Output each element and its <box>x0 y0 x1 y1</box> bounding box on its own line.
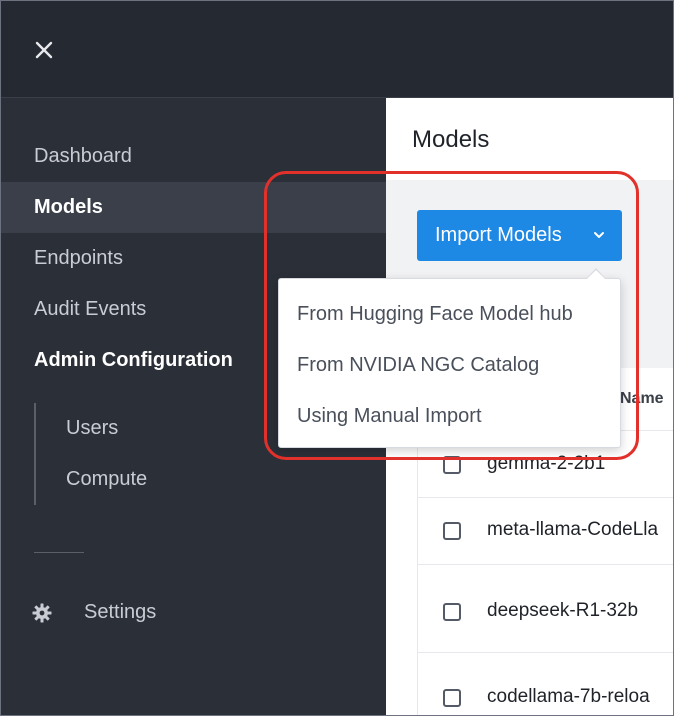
sidebar-section-label: Admin Configuration <box>34 349 233 371</box>
sidebar-item-label: Models <box>34 196 103 218</box>
sidebar-item-settings[interactable]: Settings <box>0 587 386 638</box>
menu-item-hugging-face[interactable]: From Hugging Face Model hub <box>279 289 620 340</box>
sidebar-item-label: Audit Events <box>34 298 147 320</box>
row-checkbox[interactable] <box>443 456 461 474</box>
sidebar-divider <box>34 552 84 553</box>
row-checkbox[interactable] <box>443 603 461 621</box>
close-button[interactable] <box>30 36 58 64</box>
import-models-menu: From Hugging Face Model hub From NVIDIA … <box>278 278 621 448</box>
row-checkbox[interactable] <box>443 522 461 540</box>
menu-item-nvidia-ngc[interactable]: From NVIDIA NGC Catalog <box>279 340 620 391</box>
top-bar <box>0 0 674 98</box>
menu-item-label: From NVIDIA NGC Catalog <box>297 354 540 376</box>
import-models-button[interactable]: Import Models <box>417 210 622 261</box>
model-name[interactable]: deepseek-R1-32b <box>487 600 638 622</box>
column-header-name[interactable]: Name <box>620 390 664 408</box>
row-checkbox[interactable] <box>443 689 461 707</box>
chevron-down-icon <box>594 232 604 238</box>
menu-item-label: Using Manual Import <box>297 405 482 427</box>
sidebar-item-label: Endpoints <box>34 247 123 269</box>
table-row[interactable]: meta-llama-CodeLla <box>418 498 674 565</box>
model-name[interactable]: codellama-7b-reloa <box>487 686 650 708</box>
sidebar-item-models[interactable]: Models <box>0 182 386 233</box>
menu-item-label: From Hugging Face Model hub <box>297 303 573 325</box>
table-row[interactable]: codellama-7b-reloa <box>418 653 674 716</box>
sidebar-item-dashboard[interactable]: Dashboard <box>0 131 386 182</box>
dropdown-caret-fill <box>587 270 605 279</box>
import-models-label: Import Models <box>435 224 562 246</box>
sidebar-item-label: Users <box>66 417 119 439</box>
page-title: Models <box>412 126 490 153</box>
close-icon <box>35 41 53 59</box>
model-name[interactable]: gemma-2-2b1 <box>487 453 605 475</box>
sidebar-item-endpoints[interactable]: Endpoints <box>0 233 386 284</box>
table-row[interactable]: deepseek-R1-32b <box>418 565 674 653</box>
sidebar-item-label: Compute <box>66 468 148 490</box>
sidebar-item-label: Dashboard <box>34 145 132 167</box>
sidebar-item-label: Settings <box>84 601 157 623</box>
gear-icon <box>32 603 52 623</box>
model-name[interactable]: meta-llama-CodeLla <box>487 519 658 541</box>
sidebar-item-compute[interactable]: Compute <box>0 454 386 505</box>
menu-item-manual-import[interactable]: Using Manual Import <box>279 391 620 442</box>
